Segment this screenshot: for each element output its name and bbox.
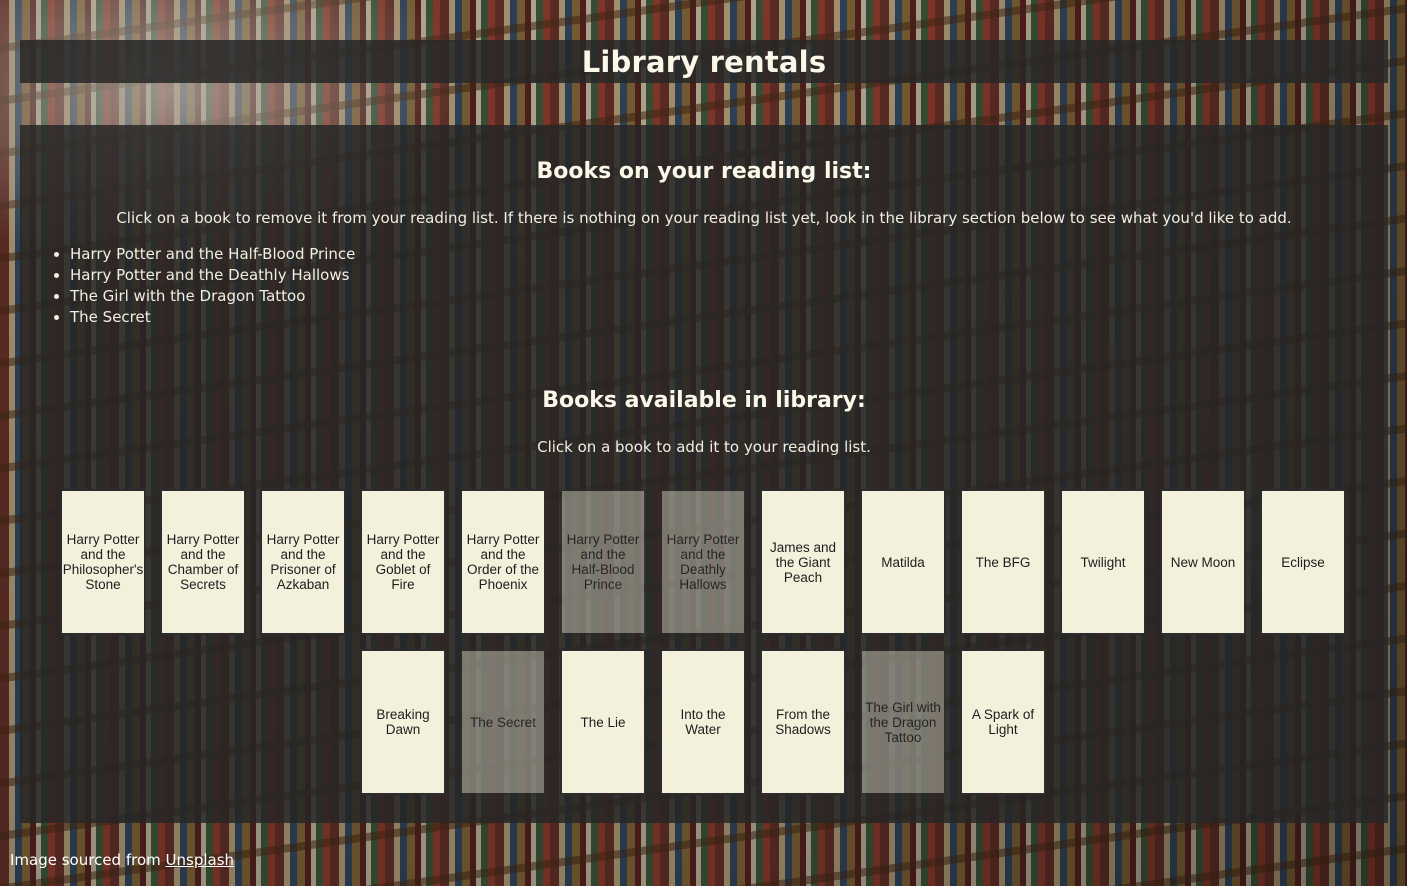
library-book-card[interactable]: From the Shadows xyxy=(760,649,846,795)
book-title: A Spark of Light xyxy=(971,707,1035,737)
book-title: From the Shadows xyxy=(775,707,831,737)
library-book-card[interactable]: A Spark of Light xyxy=(960,649,1046,795)
book-title: Harry Potter and the Philosopher's Stone xyxy=(62,532,144,592)
reading-list-title: Books on your reading list: xyxy=(536,159,872,184)
library-book-card[interactable]: Eclipse xyxy=(1260,489,1346,635)
library-instruction: Click on a book to add it to your readin… xyxy=(537,438,871,456)
book-title: Matilda xyxy=(881,554,925,570)
library-book-card[interactable]: The BFG xyxy=(960,489,1046,635)
library-book-card[interactable]: The Girl with the Dragon Tattoo xyxy=(860,649,946,795)
library-book-card[interactable]: Matilda xyxy=(860,489,946,635)
library-book-card[interactable]: Harry Potter and the Order of the Phoeni… xyxy=(460,489,546,635)
book-title: The Lie xyxy=(580,714,626,730)
library-book-card[interactable]: Harry Potter and the Philosopher's Stone xyxy=(60,489,146,635)
library-book-card[interactable]: Harry Potter and the Goblet of Fire xyxy=(360,489,446,635)
library-book-card[interactable]: Into the Water xyxy=(660,649,746,795)
book-title: Harry Potter and the Chamber of Secrets xyxy=(166,532,240,592)
book-title: The BFG xyxy=(975,554,1031,570)
reading-list-instruction: Click on a book to remove it from your r… xyxy=(116,209,1292,227)
reading-list: Harry Potter and the Half-Blood PrinceHa… xyxy=(50,244,355,328)
book-title: Harry Potter and the Deathly Hallows xyxy=(666,532,740,592)
library-book-card[interactable]: New Moon xyxy=(1160,489,1246,635)
library-book-card[interactable]: Breaking Dawn xyxy=(360,649,446,795)
library-book-card[interactable]: The Lie xyxy=(560,649,646,795)
book-title: New Moon xyxy=(1170,554,1236,570)
library-book-card[interactable]: James and the Giant Peach xyxy=(760,489,846,635)
book-title: Into the Water xyxy=(680,707,726,737)
reading-list-item[interactable]: The Secret xyxy=(70,307,355,328)
main-panel: Books on your reading list: Click on a b… xyxy=(20,125,1388,823)
image-credit-text: Image sourced from xyxy=(10,851,166,869)
library-book-card[interactable]: The Secret xyxy=(460,649,546,795)
book-title: The Secret xyxy=(469,714,537,730)
book-title: The Girl with the Dragon Tattoo xyxy=(865,699,941,745)
library-book-card[interactable]: Harry Potter and the Half-Blood Prince xyxy=(560,489,646,635)
reading-list-item[interactable]: Harry Potter and the Deathly Hallows xyxy=(70,265,355,286)
library-book-card[interactable]: Harry Potter and the Chamber of Secrets xyxy=(160,489,246,635)
library-book-card[interactable]: Twilight xyxy=(1060,489,1146,635)
book-title: Harry Potter and the Order of the Phoeni… xyxy=(466,532,540,592)
page-title: Library rentals xyxy=(581,44,827,79)
book-title: Twilight xyxy=(1080,554,1126,570)
reading-list-item[interactable]: The Girl with the Dragon Tattoo xyxy=(70,286,355,307)
reading-list-item[interactable]: Harry Potter and the Half-Blood Prince xyxy=(70,244,355,265)
book-title: Breaking Dawn xyxy=(376,707,430,737)
image-credit: Image sourced from Unsplash xyxy=(10,851,234,869)
page-header: Library rentals xyxy=(20,40,1388,83)
library-book-card[interactable]: Harry Potter and the Deathly Hallows xyxy=(660,489,746,635)
library-book-card[interactable]: Harry Potter and the Prisoner of Azkaban xyxy=(260,489,346,635)
book-title: Harry Potter and the Goblet of Fire xyxy=(366,532,440,592)
book-title: James and the Giant Peach xyxy=(769,539,837,585)
unsplash-link[interactable]: Unsplash xyxy=(166,851,235,869)
book-title: Harry Potter and the Prisoner of Azkaban xyxy=(266,532,340,592)
library-title: Books available in library: xyxy=(542,388,866,413)
book-title: Eclipse xyxy=(1281,554,1325,570)
book-title: Harry Potter and the Half-Blood Prince xyxy=(566,532,640,592)
